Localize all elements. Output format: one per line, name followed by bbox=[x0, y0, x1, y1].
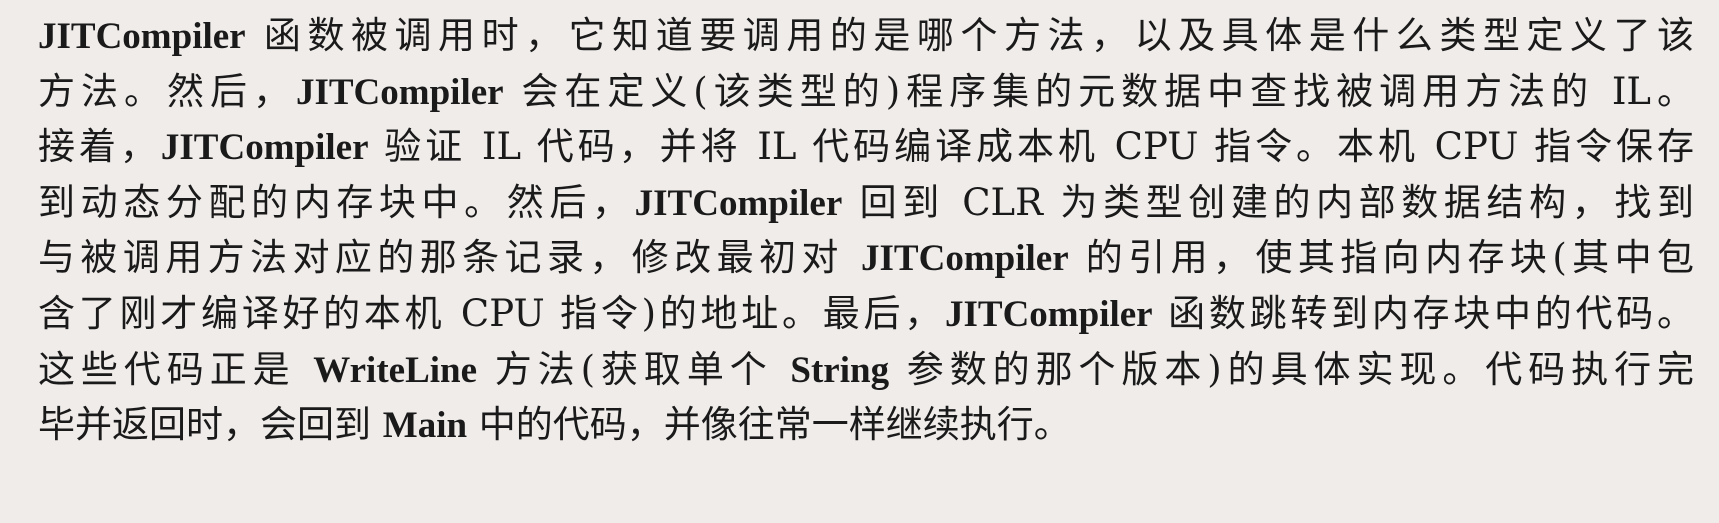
text-run: 毕并返回时，会回到 bbox=[38, 403, 383, 447]
text-run: 验证 IL 代码，并将 IL 代码编译成本机 CPU 指令。本机 CPU 指令保… bbox=[368, 125, 1695, 169]
body-paragraph: JITCompiler 函数被调用时，它知道要调用的是哪个方法，以及具体是什么类… bbox=[38, 9, 1701, 454]
text-line: 接着，JITCompiler 验证 IL 代码，并将 IL 代码编译成本机 CP… bbox=[38, 120, 1694, 176]
text-run: String bbox=[790, 349, 890, 391]
text-line: 到动态分配的内存块中。然后，JITCompiler 回到 CLR 为类型创建的内… bbox=[38, 176, 1694, 232]
document-page: JITCompiler 函数被调用时，它知道要调用的是哪个方法，以及具体是什么类… bbox=[0, 0, 1719, 523]
text-run: 参数的那个版本)的具体实现。代码执行完 bbox=[889, 347, 1694, 391]
text-run: JITCompiler bbox=[634, 182, 843, 224]
text-run: 含了刚才编译好的本机 CPU 指令)的地址。最后， bbox=[38, 291, 945, 335]
text-run: JITCompiler bbox=[861, 238, 1069, 280]
text-line: 与被调用方法对应的那条记录，修改最初对 JITCompiler 的引用，使其指向… bbox=[38, 231, 1694, 287]
text-run: 这些代码正是 bbox=[38, 347, 314, 391]
text-run: JITCompiler bbox=[38, 16, 246, 57]
text-run: 与被调用方法对应的那条记录，修改最初对 bbox=[38, 236, 862, 280]
text-run: Main bbox=[382, 405, 468, 447]
text-run: 回到 CLR 为类型创建的内部数据结构，找到 bbox=[842, 180, 1694, 224]
text-run: 的引用，使其指向内存块(其中包 bbox=[1068, 236, 1695, 280]
text-run: 中的代码，并像往常一样继续执行。 bbox=[467, 403, 1071, 447]
text-run: 方法。然后， bbox=[38, 69, 296, 113]
text-run: JITCompiler bbox=[295, 71, 504, 113]
text-line: 这些代码正是 WriteLine 方法(获取单个 String 参数的那个版本)… bbox=[38, 343, 1694, 399]
text-run: 会在定义(该类型的)程序集的元数据中查找被调用方法的 IL。 bbox=[503, 69, 1694, 113]
text-run: 函数被调用时，它知道要调用的是哪个方法，以及具体是什么类型定义了该 bbox=[245, 14, 1694, 57]
text-run: 方法(获取单个 bbox=[477, 347, 791, 391]
text-line: 方法。然后，JITCompiler 会在定义(该类型的)程序集的元数据中查找被调… bbox=[38, 65, 1694, 121]
text-line: 含了刚才编译好的本机 CPU 指令)的地址。最后，JITCompiler 函数跳… bbox=[38, 287, 1694, 343]
text-run: 到动态分配的内存块中。然后， bbox=[38, 180, 635, 224]
text-line: 毕并返回时，会回到 Main 中的代码，并像往常一样继续执行。 bbox=[38, 398, 1701, 454]
text-run: WriteLine bbox=[313, 349, 478, 391]
text-run: 函数跳转到内存块中的代码。 bbox=[1152, 291, 1694, 335]
text-line: JITCompiler 函数被调用时，它知道要调用的是哪个方法，以及具体是什么类… bbox=[38, 9, 1694, 65]
text-run: JITCompiler bbox=[945, 293, 1153, 335]
text-run: JITCompiler bbox=[160, 127, 369, 169]
text-run: 接着， bbox=[38, 125, 161, 169]
